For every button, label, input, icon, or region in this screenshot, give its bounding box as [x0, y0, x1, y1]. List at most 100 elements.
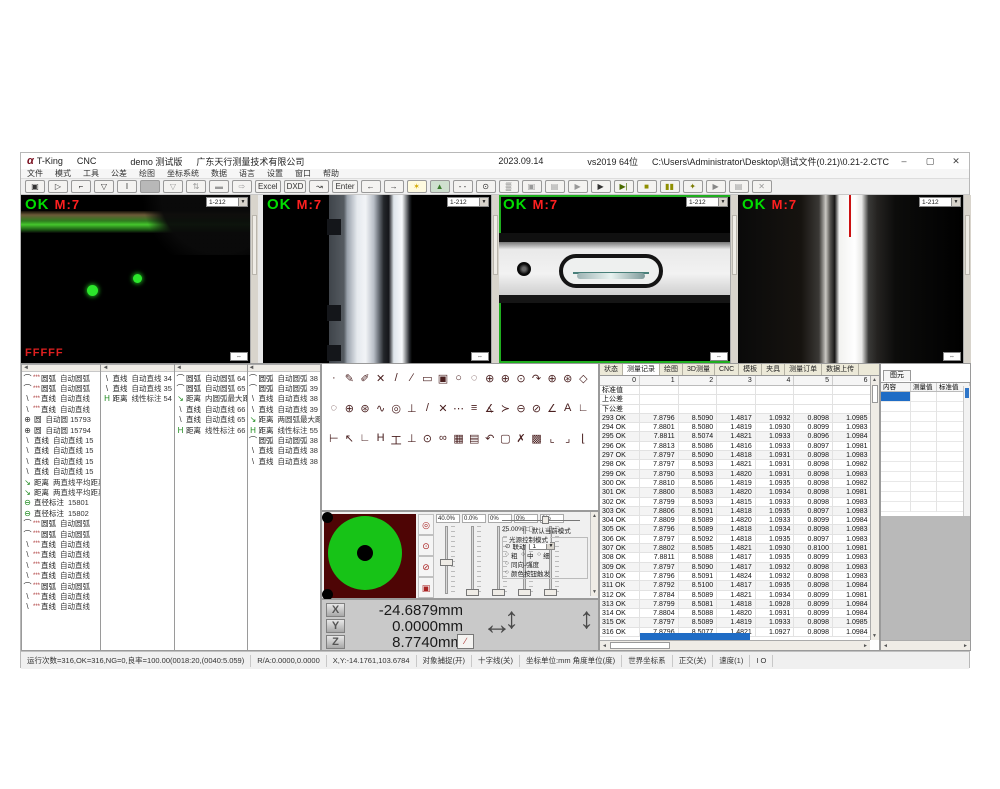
measure-tool-icon[interactable]: ◇	[576, 372, 592, 385]
column-header[interactable]: 测量值	[911, 383, 937, 391]
column-header[interactable]: 2	[679, 376, 718, 385]
radio-label[interactable]: 颜色按钮触发	[511, 568, 550, 577]
checkbox-icon[interactable]: □	[526, 526, 530, 533]
element-list-item[interactable]: \***直线自动直线	[22, 591, 100, 601]
measure-tool-icon[interactable]: ◌	[466, 372, 482, 385]
ring-light-wheel[interactable]	[328, 516, 402, 590]
master-intensity-slider[interactable]	[502, 516, 590, 524]
measure-tool-icon[interactable]: ✕	[435, 402, 451, 415]
element-list-item[interactable]: \直线自动直线 38	[248, 446, 321, 456]
toolbar-button[interactable]: DXD	[284, 180, 307, 193]
measure-tool-icon[interactable]: ⊥	[404, 432, 420, 448]
slider-thumb[interactable]	[440, 559, 453, 566]
measure-tool-icon[interactable]: ✎	[342, 372, 358, 385]
toolbar-button[interactable]: ✶	[407, 180, 427, 193]
table-tab[interactable]: 状态	[600, 364, 623, 375]
toolbar-button[interactable]: ▷	[48, 180, 68, 193]
camera-resize-handle[interactable]: ⇔	[230, 352, 248, 361]
table-tab[interactable]: 测量订单	[785, 364, 822, 375]
table-tab[interactable]: 3D测量	[683, 364, 715, 375]
scroll-up-icon[interactable]: ▲	[872, 377, 877, 383]
table-row[interactable]: 307 OK7.88028.50851.48211.09300.81001.09…	[600, 544, 870, 553]
menu-item[interactable]: 语言	[239, 168, 255, 179]
corner-light-dot[interactable]	[322, 512, 333, 523]
element-list-item[interactable]: \直线自动直线 38	[248, 456, 321, 466]
element-list-item[interactable]: ⌒圆弧自动圆弧 38	[248, 435, 321, 445]
toolbar-button[interactable]: ⌐	[71, 180, 91, 193]
toolbar-button[interactable]	[140, 180, 160, 193]
measure-tool-icon[interactable]: ◌	[326, 402, 342, 415]
radio-off-icon[interactable]: ○	[505, 551, 509, 558]
element-list-item[interactable]: ⌒***圆弧自动圆弧	[22, 373, 100, 383]
jog-z-control[interactable]: ↕	[579, 602, 594, 636]
status-segment[interactable]: X,Y:-14.1761,103.6784	[327, 655, 417, 667]
table-row[interactable]: 302 OK7.87998.50931.48151.09330.80981.09…	[600, 498, 870, 507]
camera-scrollbar[interactable]	[250, 195, 258, 363]
element-list-item[interactable]: ⌒圆弧自动圆弧 65	[175, 383, 247, 393]
table-row[interactable]: 312 OK7.87848.50891.48211.09340.80991.09…	[600, 591, 870, 600]
table-row[interactable]: 314 OK7.88048.50881.48201.09310.80991.09…	[600, 609, 870, 618]
element-list-item[interactable]: \直线自动直线 15	[22, 467, 100, 477]
element-list-item[interactable]: \***直线自动直线	[22, 404, 100, 414]
measure-tool-icon[interactable]: ∿	[373, 402, 389, 415]
element-list-item[interactable]: ⊖直径标注15801	[22, 498, 100, 508]
measure-tool-icon[interactable]: ◎	[388, 402, 404, 415]
status-segment[interactable]: R/A:0.0000,0.0000	[251, 655, 327, 667]
radio-off-icon[interactable]: ○	[505, 569, 509, 576]
measure-tool-icon[interactable]: ≡	[466, 402, 482, 415]
table-row[interactable]: 306 OK7.87978.50921.48181.09350.80971.09…	[600, 535, 870, 544]
camera-resize-handle[interactable]: ⇔	[710, 352, 728, 361]
camera-resize-handle[interactable]: ⇔	[471, 352, 489, 361]
element-list-item[interactable]: \直线自动直线 35	[101, 383, 174, 393]
measure-tool-icon[interactable]: ∞	[435, 432, 451, 448]
toolbar-button[interactable]: ✕	[752, 180, 772, 193]
x-axis-button[interactable]: X	[326, 603, 345, 617]
scrollbar-thumb[interactable]	[872, 385, 878, 403]
scroll-left-icon[interactable]: ◄	[602, 643, 607, 649]
column-header[interactable]: 5	[794, 376, 833, 385]
list-scrollbar[interactable]: ◄	[248, 364, 321, 372]
camera-panel-2[interactable]: OK M:7 1-212▼ ⇔	[263, 195, 499, 363]
measure-tool-icon[interactable]: H	[373, 432, 389, 448]
element-list-item[interactable]: H距离线性标注 55	[248, 425, 321, 435]
toolbar-button[interactable]: ▽	[94, 180, 114, 193]
column-header[interactable]: 0	[600, 376, 640, 385]
camera-zoom-select[interactable]: 1-212▼	[686, 197, 728, 207]
table-row[interactable]: 308 OK7.88118.50881.48171.09350.80991.09…	[600, 553, 870, 562]
measure-tool-icon[interactable]: ⊕	[482, 372, 498, 385]
z-axis-button[interactable]: Z	[326, 635, 345, 649]
measure-tool-icon[interactable]: ⊕	[342, 402, 358, 415]
measure-tool-icon[interactable]: ⊢	[326, 432, 342, 448]
radio-off-icon[interactable]: ○	[537, 551, 541, 558]
radio-label[interactable]: 中	[527, 550, 534, 559]
vertical-jog-icon[interactable]: ↕	[504, 602, 519, 636]
menu-item[interactable]: 绘图	[139, 168, 155, 179]
options-scrollbar[interactable]: ▲▼	[590, 512, 598, 596]
column-header[interactable]: 3	[717, 376, 756, 385]
table-tab[interactable]: 模板	[739, 364, 762, 375]
menu-item[interactable]: 工具	[83, 168, 99, 179]
minimize-button[interactable]: –	[891, 153, 917, 169]
element-list-item[interactable]: ⊕圆自动圆 15794	[22, 425, 100, 435]
table-special-row[interactable]: 下公差	[600, 405, 870, 414]
measure-tool-icon[interactable]: ⋯	[451, 402, 467, 415]
detail-scrollbar[interactable]	[963, 386, 970, 516]
slider-track[interactable]	[497, 526, 500, 594]
toolbar-button[interactable]: ▒	[499, 180, 519, 193]
table-row[interactable]: 311 OK7.87928.51001.48171.09350.80981.09…	[600, 581, 870, 590]
table-vertical-scrollbar[interactable]: ▲▼	[870, 376, 879, 640]
camera-scrollbar[interactable]	[963, 195, 971, 363]
element-list-item[interactable]: ⌒圆弧自动圆弧 38	[248, 373, 321, 383]
scrollbar-thumb[interactable]	[965, 388, 969, 398]
status-segment[interactable]: 十字线(关)	[472, 655, 520, 667]
toolbar-button[interactable]: ▤	[545, 180, 565, 193]
table-row[interactable]: 297 OK7.87978.50901.48181.09310.80981.09…	[600, 451, 870, 460]
diagonal-move-button[interactable]: ∕	[457, 634, 474, 649]
measure-tool-icon[interactable]: ⊘	[529, 402, 545, 415]
status-segment[interactable]: 对象捕捉(开)	[417, 655, 473, 667]
scroll-right-icon[interactable]: ►	[863, 643, 868, 649]
measure-tool-icon[interactable]: ⌟	[560, 432, 576, 448]
table-special-row[interactable]: 标准值	[600, 386, 870, 395]
toolbar-button[interactable]: ▲	[430, 180, 450, 193]
table-horizontal-scrollbar[interactable]: ◄►	[600, 640, 870, 650]
